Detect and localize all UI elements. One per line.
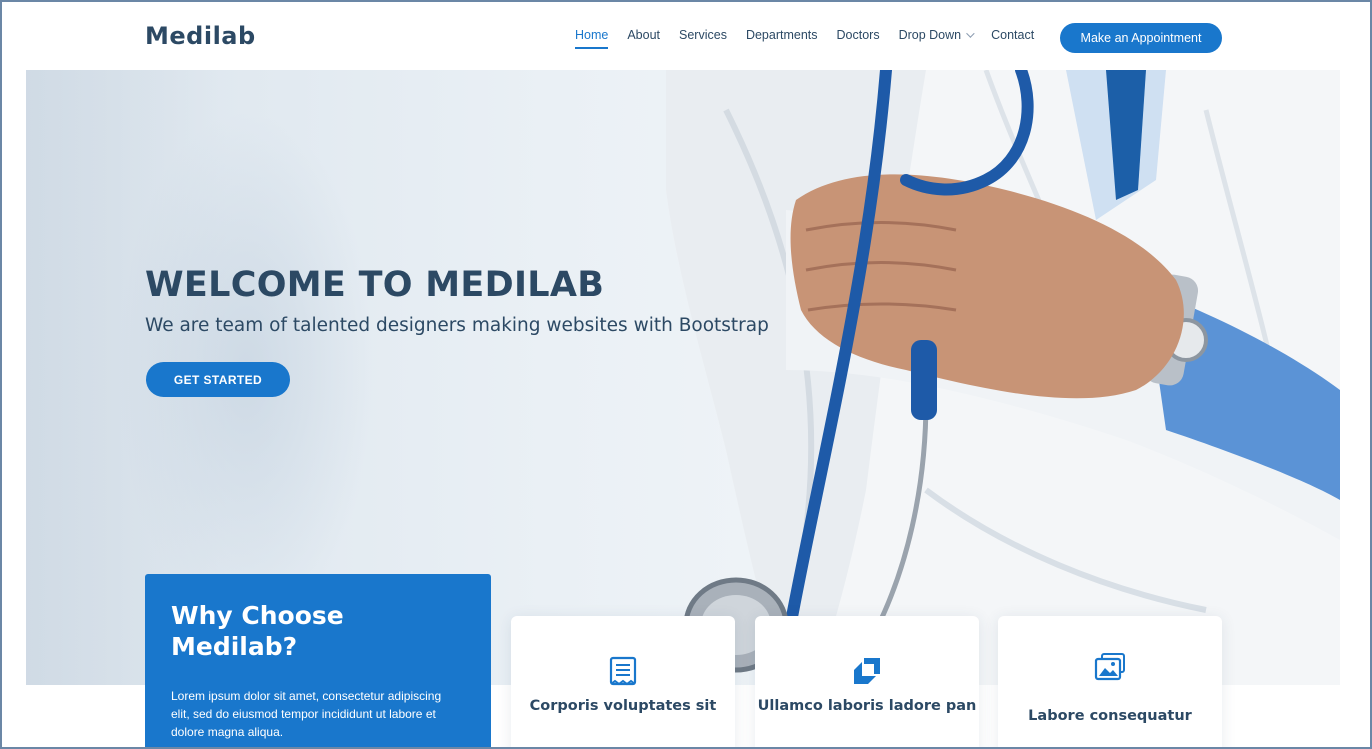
feature-card-corporis[interactable]: Corporis voluptates sit (511, 616, 735, 749)
site-header: Medilab Home About Services Departments … (0, 0, 1372, 70)
feature-card-ullamco[interactable]: Ullamco laboris ladore pan (755, 616, 979, 749)
why-choose-title: Why Choose Medilab? (171, 601, 344, 661)
nav-home[interactable]: Home (575, 28, 609, 49)
feature-card-title: Corporis voluptates sit (529, 698, 717, 714)
nav-doctors[interactable]: Doctors (837, 28, 880, 42)
images-icon (1094, 653, 1125, 681)
nav-dropdown[interactable]: Drop Down (898, 28, 975, 42)
nav-contact[interactable]: Contact (991, 28, 1034, 42)
cube-alt-icon (854, 658, 880, 684)
feature-card-title: Labore consequatur (1028, 708, 1192, 724)
nav-about[interactable]: About (627, 28, 660, 42)
get-started-button[interactable]: GET STARTED (146, 362, 290, 397)
hero-subtitle: We are team of talented designers making… (145, 315, 769, 336)
chevron-down-icon (966, 29, 975, 38)
receipt-icon (609, 656, 637, 686)
site-logo[interactable]: Medilab (145, 22, 256, 50)
nav-dropdown-label: Drop Down (898, 28, 962, 42)
nav-departments[interactable]: Departments (746, 28, 818, 42)
make-appointment-button[interactable]: Make an Appointment (1060, 23, 1222, 53)
why-choose-text: Lorem ipsum dolor sit amet, consectetur … (171, 689, 442, 739)
feature-card-labore[interactable]: Labore consequatur (998, 616, 1222, 749)
nav-services[interactable]: Services (679, 28, 727, 42)
feature-card-title: Ullamco laboris ladore pan (757, 698, 977, 714)
hero-title: WELCOME TO MEDILAB (145, 265, 605, 305)
main-nav: Home About Services Departments Doctors … (575, 28, 1053, 49)
why-choose-box: Why Choose Medilab? Lorem ipsum dolor si… (145, 574, 491, 749)
